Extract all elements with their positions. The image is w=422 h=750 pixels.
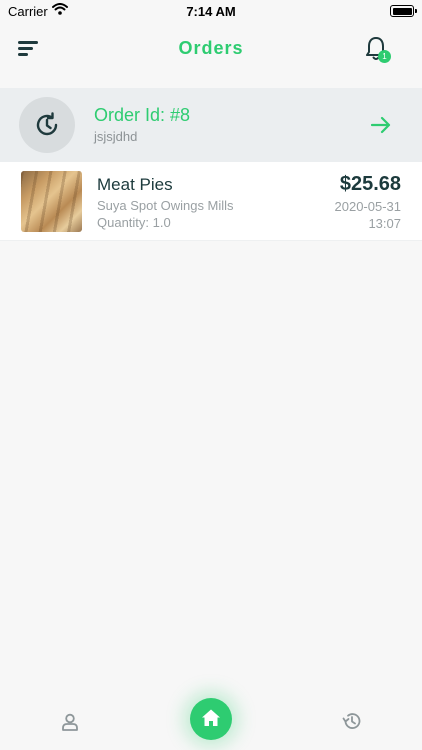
item-restaurant: Suya Spot Owings Mills [97,198,234,213]
history-clock-icon [36,112,58,136]
home-icon [202,709,220,726]
order-detail-button[interactable] [370,115,392,140]
item-price: $25.68 [339,173,401,195]
item-date: 2020-05-31 [334,199,402,214]
page-title: Orders [178,38,244,58]
user-icon [62,713,78,731]
notification-badge: 1 [378,50,391,63]
nav-profile-button[interactable] [60,712,80,737]
meat-pies-image [21,171,82,232]
list-item[interactable]: Meat Pies Suya Spot Owings Mills Quantit… [0,162,422,241]
battery-icon [390,5,417,17]
item-quantity: Quantity: 1.0 [97,215,171,230]
item-name: Meat Pies [97,175,173,194]
order-status-avatar [19,97,75,153]
history-icon [342,713,361,729]
bottom-nav [0,690,422,750]
item-time: 13:07 [368,216,401,231]
nav-home-button[interactable] [190,698,232,740]
app-header: Orders 1 [0,22,422,78]
order-note: jsjsjdhd [94,129,138,144]
arrow-right-icon [370,116,391,134]
status-bar: Carrier 7:14 AM [0,0,422,22]
order-card[interactable]: Order Id: #8 jsjsjdhd [0,88,422,162]
notifications-button[interactable]: 1 [364,36,394,66]
nav-history-button[interactable] [342,711,362,736]
status-time: 7:14 AM [186,4,236,19]
order-id: Order Id: #8 [94,105,191,125]
